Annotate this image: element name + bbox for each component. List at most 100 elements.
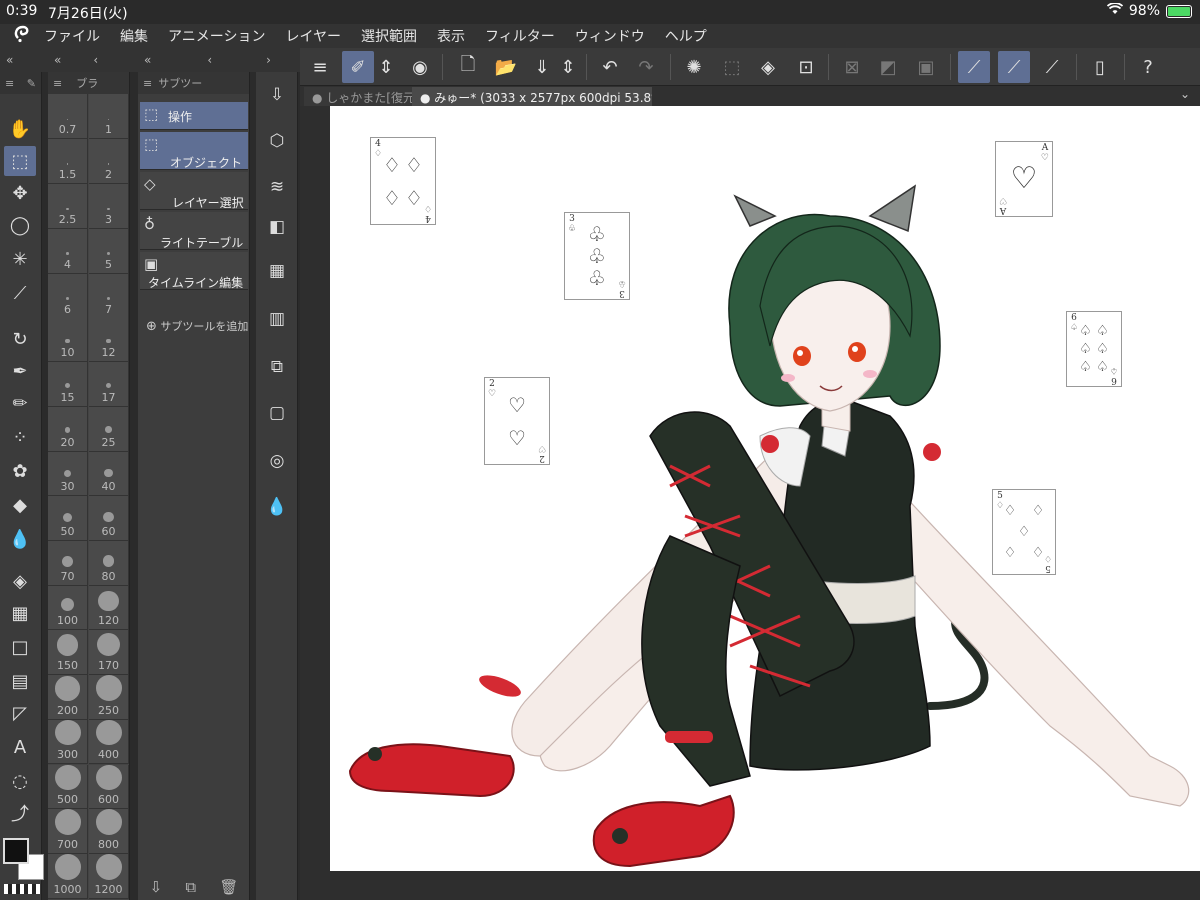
menu-layer[interactable]: レイヤー: [285, 26, 341, 46]
subtool-tab-label[interactable]: サブツー: [158, 75, 202, 91]
chevron-down-icon[interactable]: ⌄: [1180, 87, 1190, 101]
brush-size-cell[interactable]: 120: [89, 585, 129, 631]
text-icon[interactable]: A: [4, 732, 36, 762]
balloon-icon[interactable]: ◌: [4, 766, 36, 796]
snap-special-ruler-icon[interactable]: ⟋: [998, 51, 1030, 83]
brush-size-cell[interactable]: 30: [48, 451, 88, 497]
open-folder-icon[interactable]: 📂: [490, 51, 522, 83]
edit-object-icon[interactable]: ✐: [342, 51, 374, 83]
brush-size-cell[interactable]: 800: [89, 809, 129, 854]
import-icon[interactable]: ⇩: [261, 80, 293, 110]
eyedropper-icon[interactable]: ⟋: [4, 278, 36, 308]
trash-icon[interactable]: 🗑: [219, 878, 238, 896]
brush-size-cell[interactable]: 12: [89, 317, 129, 363]
redo-icon[interactable]: ↷: [630, 51, 662, 83]
add-subtool-button[interactable]: ⊕ サブツールを追加: [146, 318, 248, 334]
brush-size-cell[interactable]: 0.7: [48, 94, 88, 139]
brush-size-cell[interactable]: 40: [89, 451, 129, 497]
snap-grid-icon[interactable]: ⟋: [1036, 51, 1068, 83]
eraser-icon[interactable]: ◆: [4, 490, 36, 520]
loading-icon[interactable]: ✺: [678, 51, 710, 83]
brush-size-cell[interactable]: 80: [89, 541, 129, 586]
brush-size-cell[interactable]: 1200: [89, 853, 129, 899]
menu-edit[interactable]: 編集: [120, 26, 148, 46]
tab-document-2[interactable]: ● みゅー* (3033 x 2577px 600dpi 53.8%): [412, 87, 652, 106]
menu-file[interactable]: ファイル: [44, 26, 100, 46]
clip-studio-icon[interactable]: ◉: [404, 51, 436, 83]
layers-icon[interactable]: ≋: [261, 172, 293, 202]
transform-icon[interactable]: ⊡: [790, 51, 822, 83]
brush-size-cell[interactable]: 1: [89, 94, 129, 139]
brush-size-cell[interactable]: 10: [48, 317, 88, 363]
frame-icon[interactable]: ▤: [4, 666, 36, 696]
brush-size-cell[interactable]: 5: [89, 229, 129, 274]
fill-icon[interactable]: ◈: [4, 566, 36, 596]
3d-object-icon[interactable]: ⬡: [261, 126, 293, 156]
brush-size-cell[interactable]: 300: [48, 719, 88, 765]
brush-size-cell[interactable]: 400: [89, 719, 129, 765]
selection-border-icon[interactable]: ▣: [910, 51, 942, 83]
brush-size-cell[interactable]: 500: [48, 764, 88, 810]
brush-size-cell[interactable]: 100: [48, 585, 88, 631]
menu-help[interactable]: ヘルプ: [665, 26, 707, 46]
clear-icon[interactable]: ⬚: [716, 51, 748, 83]
timeline-icon[interactable]: ▥: [261, 304, 293, 334]
brush-size-cell[interactable]: 200: [48, 675, 88, 720]
subtool-item-operation[interactable]: ⬚ 操作: [140, 102, 248, 130]
menu-icon[interactable]: ≡: [5, 77, 14, 90]
decoration-icon[interactable]: ✿: [4, 456, 36, 486]
magic-wand-icon[interactable]: ✳: [4, 244, 36, 274]
undo-icon[interactable]: ↶: [594, 51, 626, 83]
canvas-area[interactable]: 4 ♢ ♢ ♢ ♢ ♢ 4 ♢ 3 ♧ ♧ ♧ ♧ 3 ♧ A ♡ ♡ A ♡ 6 ♤ ♤ ♤ ♤ ♤ ♤ ♤ 6…: [300, 106, 1200, 900]
smartphone-icon[interactable]: ▯: [1084, 51, 1116, 83]
brush-size-cell[interactable]: 15: [48, 362, 88, 407]
subtool-item-timeline[interactable]: ▣ タイムライン編集: [140, 252, 248, 290]
correct-line-tool-icon[interactable]: ⤴: [4, 798, 36, 828]
canvas[interactable]: 4 ♢ ♢ ♢ ♢ ♢ 4 ♢ 3 ♧ ♧ ♧ ♧ 3 ♧ A ♡ ♡ A ♡ 6 ♤ ♤ ♤ ♤ ♤ ♤ ♤ 6…: [330, 106, 1200, 871]
brush-size-cell[interactable]: 7: [89, 274, 129, 319]
copy-icon[interactable]: ⧉: [185, 878, 196, 896]
airbrush-icon[interactable]: ⁘: [4, 422, 36, 452]
subtool-item-light-table[interactable]: ♁ ライトテーブル: [140, 212, 248, 250]
snap-ruler-icon[interactable]: ⟋: [958, 51, 990, 83]
subtool-item-object[interactable]: ⬚ オブジェクト: [140, 132, 248, 170]
object-icon[interactable]: ⬚: [4, 146, 36, 176]
menu-icon[interactable]: ≡: [53, 77, 62, 90]
help-icon[interactable]: ?: [1132, 51, 1164, 83]
brush-size-cell[interactable]: 17: [89, 362, 129, 407]
brush-size-cell[interactable]: 6: [48, 274, 88, 319]
brush-size-cell[interactable]: 60: [89, 496, 129, 541]
search-icon[interactable]: ◎: [261, 446, 293, 476]
tab-document-1[interactable]: ● しゃかまた[復元: [304, 87, 412, 106]
transparent-color-swatch[interactable]: [4, 884, 40, 894]
back-icon[interactable]: ‹: [87, 53, 104, 67]
menu-animation[interactable]: アニメーション: [168, 26, 265, 46]
chevron-updown-icon[interactable]: ⇕: [556, 51, 580, 83]
brush-size-cell[interactable]: 2.5: [48, 184, 88, 229]
invert-selection-icon[interactable]: ◩: [872, 51, 904, 83]
brush-size-cell[interactable]: 250: [89, 675, 129, 720]
brush-size-cell[interactable]: 2: [89, 139, 129, 184]
pen-icon[interactable]: ✒: [4, 356, 36, 386]
back-icon[interactable]: ‹: [201, 53, 218, 67]
color-set-icon[interactable]: ▦: [261, 256, 293, 286]
brush-size-cell[interactable]: 170: [89, 630, 129, 676]
move-icon[interactable]: ✥: [4, 178, 36, 208]
layer-property-icon[interactable]: ⧉: [261, 352, 293, 382]
brush-tab-label[interactable]: ブラ: [76, 75, 98, 91]
collapse-left-icon[interactable]: «: [0, 53, 19, 67]
brush-size-cell[interactable]: 20: [48, 406, 88, 452]
brush-size-cell[interactable]: 3: [89, 184, 129, 229]
app-logo-icon[interactable]: [0, 24, 44, 49]
lasso-icon[interactable]: ◯: [4, 210, 36, 240]
collapse-left-icon[interactable]: «: [138, 53, 157, 67]
brush-size-cell[interactable]: 1.5: [48, 139, 88, 184]
menu-selection[interactable]: 選択範囲: [361, 26, 417, 46]
brush-size-cell[interactable]: 1000: [48, 853, 88, 899]
brush-size-cell[interactable]: 600: [89, 764, 129, 810]
brush-size-cell[interactable]: 25: [89, 406, 129, 452]
brush-size-cell[interactable]: 150: [48, 630, 88, 676]
rectangle-icon[interactable]: □: [4, 632, 36, 662]
gradient-icon[interactable]: ▦: [4, 598, 36, 628]
collapse-left-icon[interactable]: «: [48, 53, 67, 67]
